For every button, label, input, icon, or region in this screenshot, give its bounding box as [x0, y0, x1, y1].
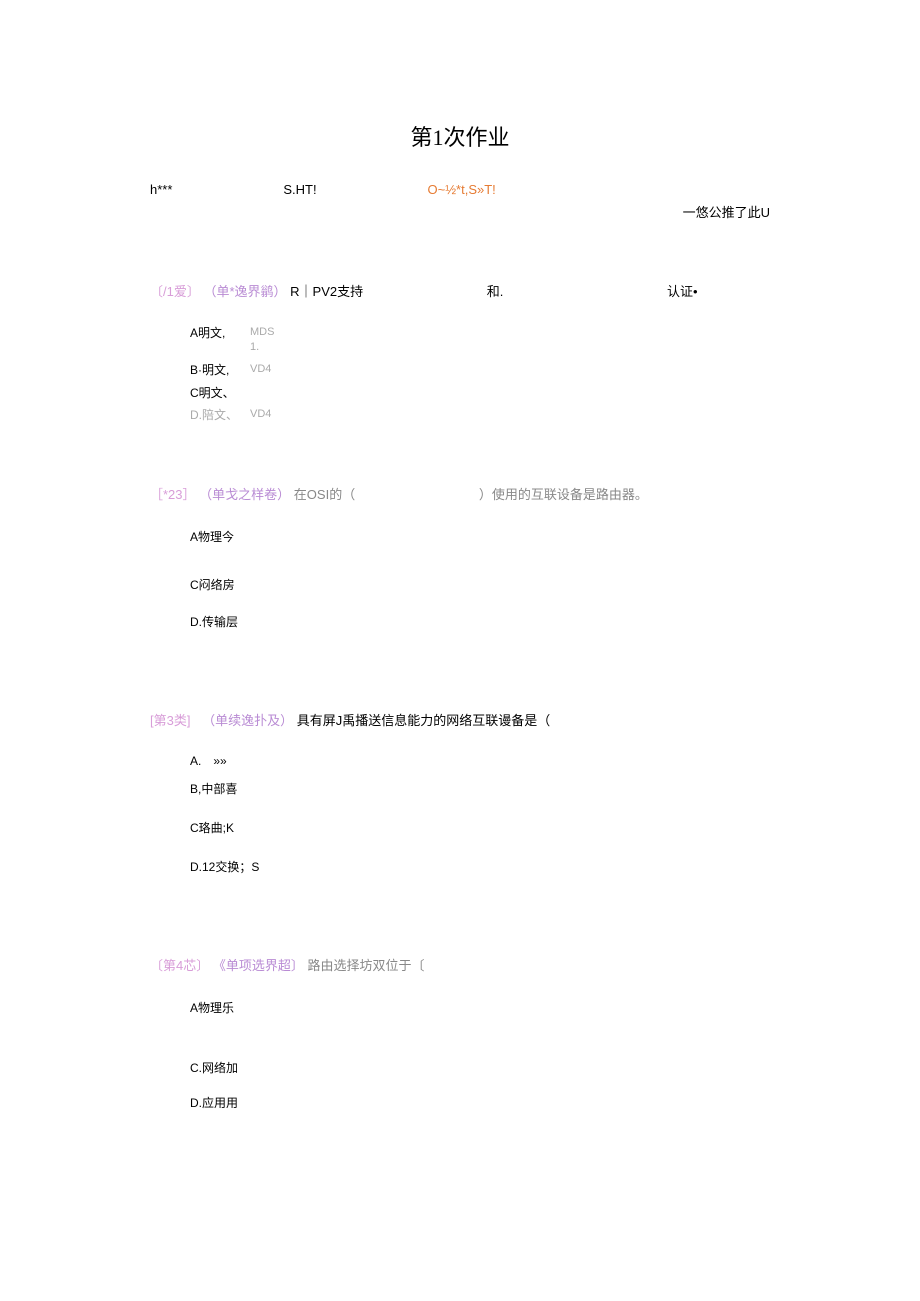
q2-option-c: C闷络房 — [190, 576, 770, 593]
q1-label: （单*逸界鹟） — [203, 284, 286, 299]
q2-tag: ［*23］ — [150, 487, 196, 502]
q1-option-a-right-1: MDS — [250, 325, 770, 340]
q1-text-b: 和. — [487, 281, 504, 300]
q2-text-a: 在OSI的（ — [294, 487, 355, 502]
header-mid: S.HT! — [172, 182, 427, 197]
q3-line: [第3类] （单续逸扑及） 具有屏J禹播送信息能力的网络互联谩备是（ — [150, 710, 770, 729]
q1-text-a: R｜PV2支持 — [290, 284, 363, 299]
q1-option-c: C明文、 — [190, 385, 770, 402]
q4-option-a: A物理乐 — [190, 999, 770, 1016]
q4-option-c: C.网络加 — [190, 1059, 770, 1076]
q1-option-d-right: VD4 — [250, 407, 770, 422]
q3-options: A. »» B,中部喜 C珞曲;K D.12交换；S — [150, 754, 770, 875]
page-title: 第1次作业 — [0, 0, 920, 172]
question-2: ［*23］ （单戈之样卷） 在OSI的（ ）使用的互联设备是路由器。 A物理今 … — [0, 484, 920, 630]
q4-options: A物理乐 C.网络加 D.应用用 — [150, 999, 770, 1111]
q1-option-a-right-2: 1. — [250, 340, 770, 355]
q1-options: A明文, MDS 1. B·明文, VD4 C明文、 D.陪文、 VD4 — [150, 325, 770, 424]
q1-text-c: 认证• — [667, 281, 698, 300]
q1-option-b-right: VD4 — [250, 362, 770, 377]
q1-option-d-left: D.陪文、 — [190, 407, 250, 424]
header-orange: O~½*t,S»T! — [428, 182, 683, 197]
q3-text: 具有屏J禹播送信息能力的网络互联谩备是（ — [297, 713, 551, 728]
q1-option-d: D.陪文、 VD4 — [190, 407, 770, 424]
q3-option-c: C珞曲;K — [190, 819, 770, 836]
q4-option-d: D.应用用 — [190, 1094, 770, 1111]
q4-tag: 〔第4芯〕 — [150, 958, 209, 973]
question-3: [第3类] （单续逸扑及） 具有屏J禹播送信息能力的网络互联谩备是（ A. »»… — [0, 710, 920, 875]
header-left: h*** — [150, 182, 172, 197]
question-1: 〔/1爱〕 （单*逸界鹟） R｜PV2支持 和. 认证• A明文, MDS 1.… — [0, 281, 920, 424]
q4-label: 《单项选界超〕 — [213, 958, 304, 973]
q3-option-b: B,中部喜 — [190, 780, 770, 797]
q2-options: A物理今 C闷络房 D.传输层 — [150, 528, 770, 630]
header-right: 一悠公推了此U — [683, 182, 770, 221]
q1-option-a: A明文, MDS 1. — [190, 325, 770, 356]
q2-label: （单戈之样卷） — [199, 487, 290, 502]
q2-option-d: D.传输层 — [190, 613, 770, 630]
q3-option-d: D.12交换；S — [190, 858, 770, 875]
q3-tag: [第3类] — [150, 713, 190, 728]
q1-option-b-left: B·明文, — [190, 362, 250, 379]
header-row: h*** S.HT! O~½*t,S»T! 一悠公推了此U — [0, 172, 920, 221]
q2-line: ［*23］ （单戈之样卷） 在OSI的（ ）使用的互联设备是路由器。 — [150, 484, 770, 503]
q4-line: 〔第4芯〕 《单项选界超〕 路由选择坊双位于〔 — [150, 955, 770, 974]
q3-option-a: A. »» — [190, 754, 770, 768]
question-4: 〔第4芯〕 《单项选界超〕 路由选择坊双位于〔 A物理乐 C.网络加 D.应用用 — [0, 955, 920, 1111]
q1-option-a-left: A明文, — [190, 325, 250, 342]
q2-option-a: A物理今 — [190, 528, 770, 545]
q1-option-a-right: MDS 1. — [250, 325, 770, 356]
q1-line: 〔/1爱〕 （单*逸界鹟） R｜PV2支持 和. 认证• — [150, 281, 770, 300]
q2-text-b: ）使用的互联设备是路由器。 — [479, 487, 648, 502]
q1-option-b: B·明文, VD4 — [190, 362, 770, 379]
q1-option-c-left: C明文、 — [190, 385, 250, 402]
q1-tag: 〔/1爱〕 — [150, 284, 200, 299]
q4-text: 路由选择坊双位于〔 — [308, 958, 425, 973]
q3-label: （单续逸扑及） — [202, 713, 293, 728]
